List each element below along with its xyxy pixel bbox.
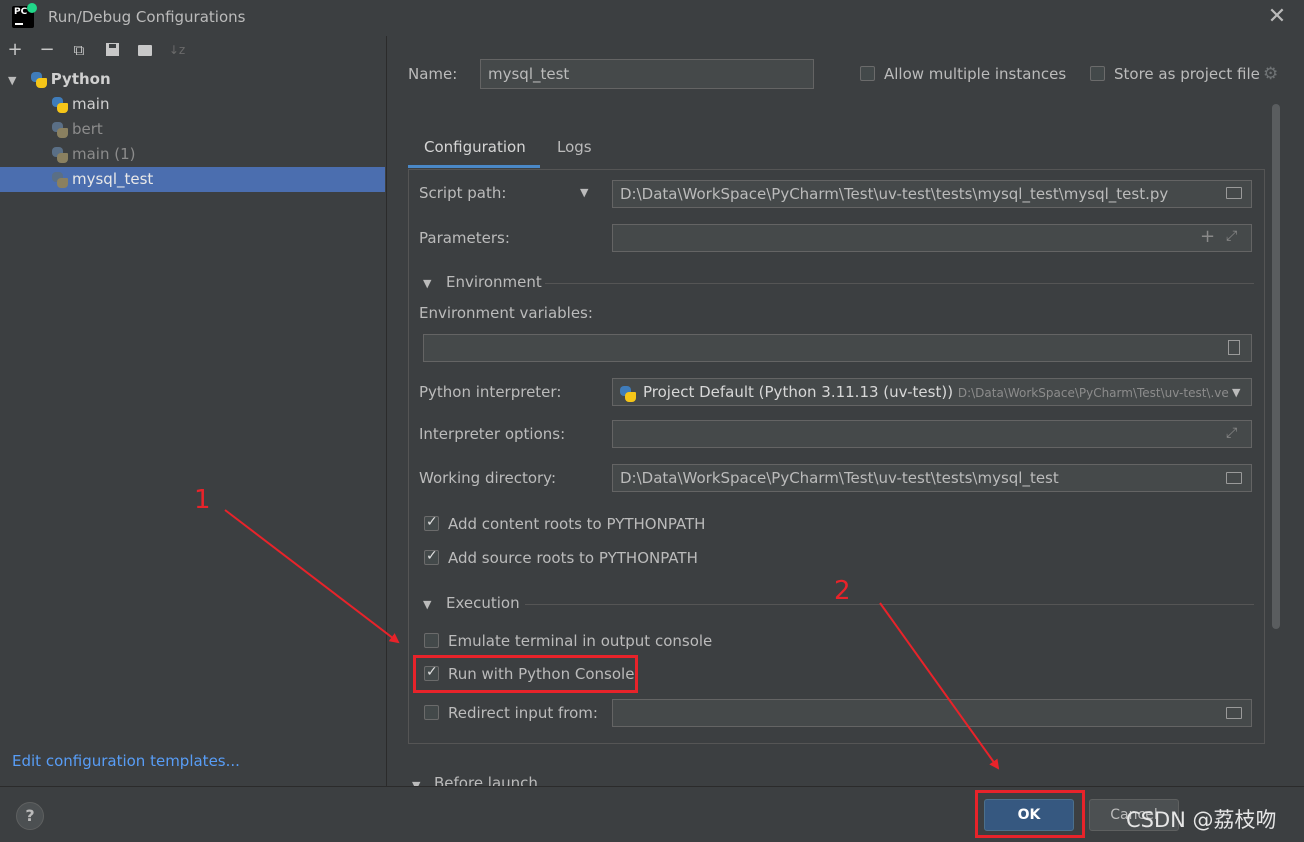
- watermark: CSDN @荔枝吻: [1126, 808, 1277, 832]
- annotation-arrows: [224, 509, 1000, 770]
- annotation-number-2: 2: [834, 576, 851, 606]
- annotation-number-1: 1: [194, 485, 211, 515]
